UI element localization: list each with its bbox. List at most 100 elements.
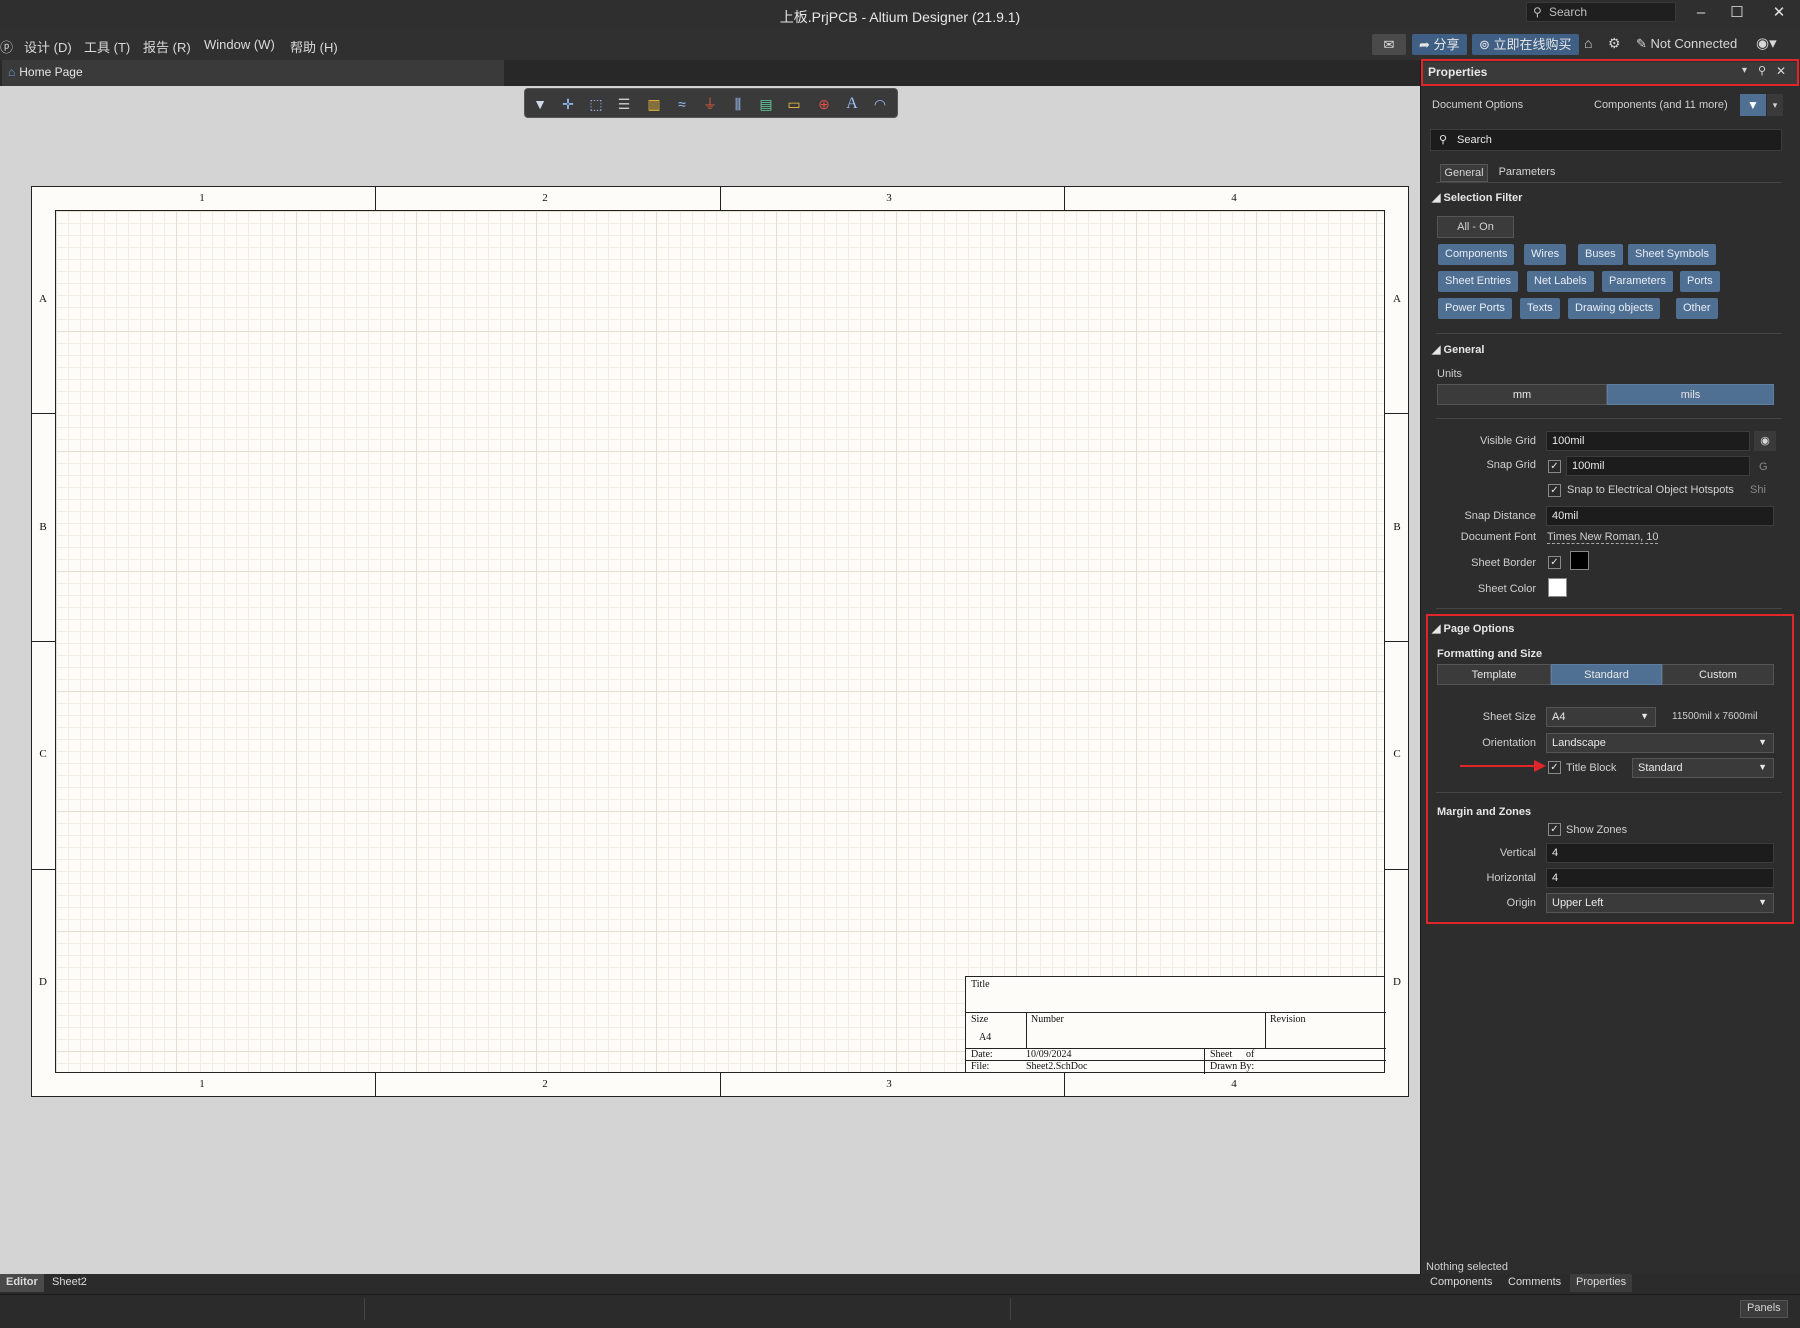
sheet-symbol-icon[interactable]: ▤: [755, 95, 777, 113]
snap-grid-input[interactable]: 100mil: [1566, 456, 1750, 476]
general-title: General: [1443, 344, 1485, 356]
document-font-link[interactable]: Times New Roman, 10: [1547, 531, 1659, 544]
panel-tab-properties[interactable]: Properties: [1570, 1274, 1633, 1292]
sheet-border-checkbox[interactable]: ✓: [1548, 556, 1561, 569]
zone-divider: [1064, 186, 1065, 210]
title-block-style-dropdown[interactable]: Standard ▼: [1632, 758, 1774, 778]
sheet-color-label: Sheet Color: [1477, 583, 1536, 595]
zone-col-label: 1: [199, 192, 205, 204]
visible-grid-input[interactable]: 100mil: [1546, 431, 1750, 451]
share-button[interactable]: ➦ 分享: [1412, 34, 1467, 55]
tb-file-label: File:: [971, 1061, 990, 1072]
general-heading: ◢ General: [1432, 343, 1484, 356]
panel-search-input[interactable]: ⚲ Search: [1430, 129, 1782, 151]
divider: [1436, 608, 1782, 609]
filter-icon[interactable]: ▼: [529, 95, 551, 113]
tb-line: [1026, 1012, 1027, 1048]
zone-row-label: A: [39, 293, 47, 305]
orientation-value: Landscape: [1552, 737, 1606, 749]
collapse-icon: ◢: [1432, 344, 1444, 356]
menu-item-help[interactable]: 帮助 (H): [290, 37, 338, 56]
horizontal-label: Horizontal: [1486, 872, 1536, 884]
tab-parameters[interactable]: Parameters: [1492, 164, 1562, 182]
power-port-icon[interactable]: ⏚: [699, 95, 721, 113]
message-icon[interactable]: ✉: [1372, 34, 1406, 55]
sheet-grid-area[interactable]: [55, 210, 1385, 1073]
filter-chip-other[interactable]: Other: [1676, 298, 1718, 319]
place-part-icon[interactable]: ▥: [643, 95, 665, 113]
filter-chip-drawing-objects[interactable]: Drawing objects: [1568, 298, 1661, 319]
panel-tab-comments[interactable]: Comments: [1502, 1274, 1567, 1292]
move-icon[interactable]: ✛: [557, 95, 579, 113]
menu-item-window[interactable]: Window (W): [204, 37, 275, 52]
filter-chip-texts[interactable]: Texts: [1520, 298, 1560, 319]
buy-online-button[interactable]: ⊚ 立即在线购买: [1472, 34, 1579, 55]
all-on-button[interactable]: All - On: [1437, 216, 1514, 238]
filter-chip-components[interactable]: Components: [1438, 244, 1515, 265]
tb-size-value: A4: [979, 1032, 992, 1043]
filter-chip-buses[interactable]: Buses: [1578, 244, 1623, 265]
filter-chip-sheet-entries[interactable]: Sheet Entries: [1438, 271, 1519, 292]
horizontal-zones-input[interactable]: 4: [1546, 868, 1774, 888]
orientation-dropdown[interactable]: Landscape ▼: [1546, 733, 1774, 753]
unit-mils-toggle[interactable]: mils: [1607, 384, 1774, 405]
menu-item-design[interactable]: 设计 (D): [24, 37, 72, 56]
title-block-label: Title Block: [1566, 762, 1617, 774]
format-template-toggle[interactable]: Template: [1437, 664, 1551, 685]
directive-icon[interactable]: ⊕: [813, 95, 835, 113]
tab-editor[interactable]: Editor: [0, 1274, 44, 1292]
panels-button[interactable]: Panels: [1740, 1300, 1788, 1318]
format-custom-toggle[interactable]: Custom: [1662, 664, 1774, 685]
unit-mm-toggle[interactable]: mm: [1437, 384, 1607, 405]
tab-sheet2[interactable]: Sheet2: [46, 1274, 93, 1292]
gear-icon[interactable]: ⚙: [1608, 35, 1621, 52]
menu-item-clipped[interactable]: ⓟ: [0, 37, 13, 56]
sheet-color-swatch[interactable]: [1548, 578, 1567, 597]
sheet-size-value: A4: [1552, 711, 1566, 723]
home-icon[interactable]: ⌂: [1584, 35, 1592, 51]
connection-status[interactable]: ✎ Not Connected: [1636, 36, 1737, 52]
vertical-zones-input[interactable]: 4: [1546, 843, 1774, 863]
close-button[interactable]: ✕: [1764, 2, 1794, 24]
sheet-border-color-swatch[interactable]: [1570, 551, 1589, 570]
panel-tab-components[interactable]: Components: [1424, 1274, 1498, 1292]
format-standard-toggle[interactable]: Standard: [1551, 664, 1662, 685]
harness-icon[interactable]: ⫼: [727, 95, 749, 113]
snap-hotspots-checkbox[interactable]: ✓: [1548, 484, 1561, 497]
tb-revision-label: Revision: [1270, 1014, 1306, 1025]
menu-item-reports[interactable]: 报告 (R): [143, 37, 191, 56]
text-icon[interactable]: A: [841, 95, 863, 113]
snap-grid-checkbox[interactable]: ✓: [1548, 460, 1561, 473]
snap-distance-input[interactable]: 40mil: [1546, 506, 1774, 526]
nothing-selected-status: Nothing selected: [1426, 1261, 1508, 1273]
filter-chip-wires[interactable]: Wires: [1524, 244, 1567, 265]
filter-chip-power-ports[interactable]: Power Ports: [1438, 298, 1512, 319]
maximize-button[interactable]: ☐: [1722, 2, 1752, 24]
filter-chip-sheet-symbols[interactable]: Sheet Symbols: [1628, 244, 1716, 265]
title-block-checkbox[interactable]: ✓: [1548, 761, 1561, 774]
minimize-button[interactable]: ‒: [1686, 2, 1716, 24]
wire-icon[interactable]: ≈: [671, 95, 693, 113]
select-area-icon[interactable]: ⬚: [585, 95, 607, 113]
global-search-input[interactable]: ⚲ Search: [1526, 2, 1676, 22]
tab-home-page[interactable]: ⌂ Home Page: [2, 60, 504, 86]
zone-divider: [720, 1073, 721, 1097]
origin-dropdown[interactable]: Upper Left ▼: [1546, 893, 1774, 913]
tb-of-label: of: [1246, 1049, 1255, 1060]
active-bar-toolbar: ▼ ✛ ⬚ ☰ ▥ ≈ ⏚ ⫼ ▤ ▭ ⊕ A ◠: [524, 88, 898, 118]
arc-icon[interactable]: ◠: [869, 95, 891, 113]
filter-chip-parameters[interactable]: Parameters: [1602, 271, 1673, 292]
snap-hotspots-shortcut: Shi: [1750, 484, 1766, 496]
menu-item-tools[interactable]: 工具 (T): [84, 37, 130, 56]
filter-chip-net-labels[interactable]: Net Labels: [1527, 271, 1594, 292]
eye-icon[interactable]: ◉: [1754, 431, 1776, 451]
filter-button[interactable]: ▼: [1740, 94, 1766, 116]
filter-chip-ports[interactable]: Ports: [1680, 271, 1720, 292]
filter-dropdown-icon[interactable]: ▾: [1767, 94, 1783, 116]
tab-general[interactable]: General: [1440, 164, 1488, 182]
align-icon[interactable]: ☰: [613, 95, 635, 113]
port-icon[interactable]: ▭: [783, 95, 805, 113]
show-zones-checkbox[interactable]: ✓: [1548, 823, 1561, 836]
sheet-size-dropdown[interactable]: A4 ▼: [1546, 707, 1656, 727]
user-account-icon[interactable]: ◉▾: [1756, 34, 1777, 52]
